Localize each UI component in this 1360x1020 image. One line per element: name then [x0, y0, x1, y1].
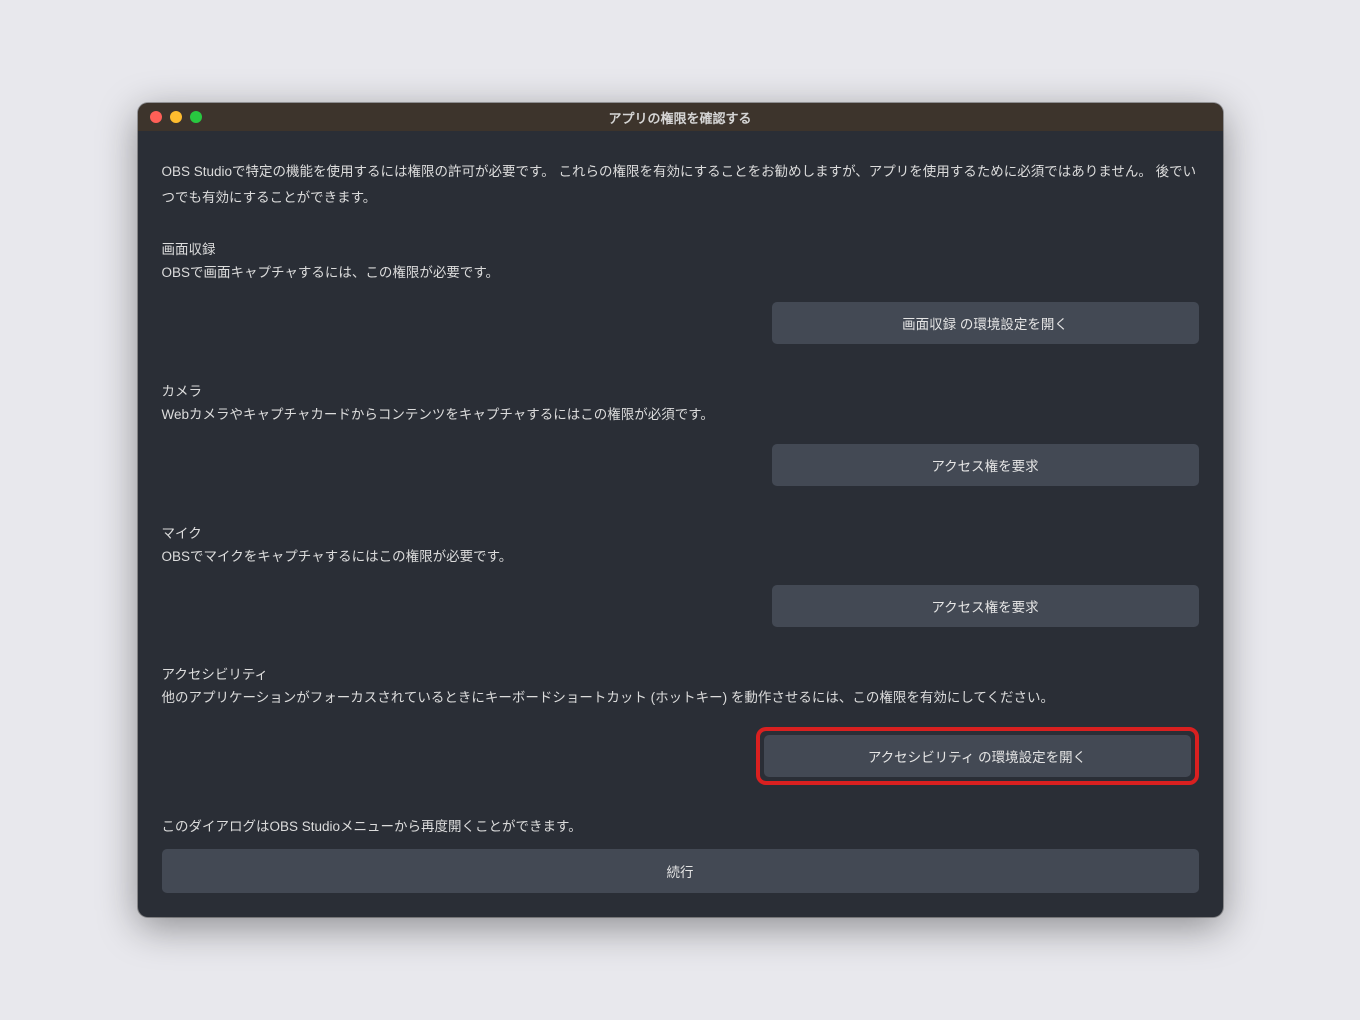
section-title: カメラ — [162, 380, 1199, 400]
section-desc: OBSで画面キャプチャするには、この権限が必要です。 — [162, 262, 1199, 284]
open-screen-recording-prefs-button[interactable]: 画面収録 の環境設定を開く — [772, 302, 1199, 344]
window-title: アプリの権限を確認する — [150, 108, 1211, 127]
section-title: アクセシビリティ — [162, 663, 1199, 683]
section-camera: カメラ Webカメラやキャプチャカードからコンテンツをキャプチャするにはこの権限… — [162, 380, 1199, 486]
section-accessibility: アクセシビリティ 他のアプリケーションがフォーカスされているときにキーボードショ… — [162, 663, 1199, 785]
request-microphone-access-button[interactable]: アクセス権を要求 — [772, 585, 1199, 627]
section-title: 画面収録 — [162, 238, 1199, 258]
maximize-icon[interactable] — [190, 111, 202, 123]
section-title: マイク — [162, 522, 1199, 542]
request-camera-access-button[interactable]: アクセス権を要求 — [772, 444, 1199, 486]
continue-button[interactable]: 続行 — [162, 849, 1199, 893]
section-desc: Webカメラやキャプチャカードからコンテンツをキャプチャするにはこの権限が必須で… — [162, 404, 1199, 426]
intro-text: OBS Studioで特定の機能を使用するには権限の許可が必要です。 これらの権… — [162, 159, 1199, 210]
permissions-dialog: アプリの権限を確認する OBS Studioで特定の機能を使用するには権限の許可… — [138, 103, 1223, 917]
section-screen-recording: 画面収録 OBSで画面キャプチャするには、この権限が必要です。 画面収録 の環境… — [162, 238, 1199, 344]
titlebar: アプリの権限を確認する — [138, 103, 1223, 131]
section-desc: 他のアプリケーションがフォーカスされているときにキーボードショートカット (ホッ… — [162, 687, 1199, 709]
section-desc: OBSでマイクをキャプチャするにはこの権限が必要です。 — [162, 546, 1199, 568]
open-accessibility-prefs-button[interactable]: アクセシビリティ の環境設定を開く — [764, 735, 1191, 777]
section-microphone: マイク OBSでマイクをキャプチャするにはこの権限が必要です。 アクセス権を要求 — [162, 522, 1199, 628]
dialog-content: OBS Studioで特定の機能を使用するには権限の許可が必要です。 これらの権… — [138, 131, 1223, 917]
highlight-annotation: アクセシビリティ の環境設定を開く — [756, 727, 1199, 785]
window-controls — [150, 111, 202, 123]
close-icon[interactable] — [150, 111, 162, 123]
minimize-icon[interactable] — [170, 111, 182, 123]
footer-note: このダイアログはOBS Studioメニューから再度開くことができます。 — [162, 815, 1199, 835]
